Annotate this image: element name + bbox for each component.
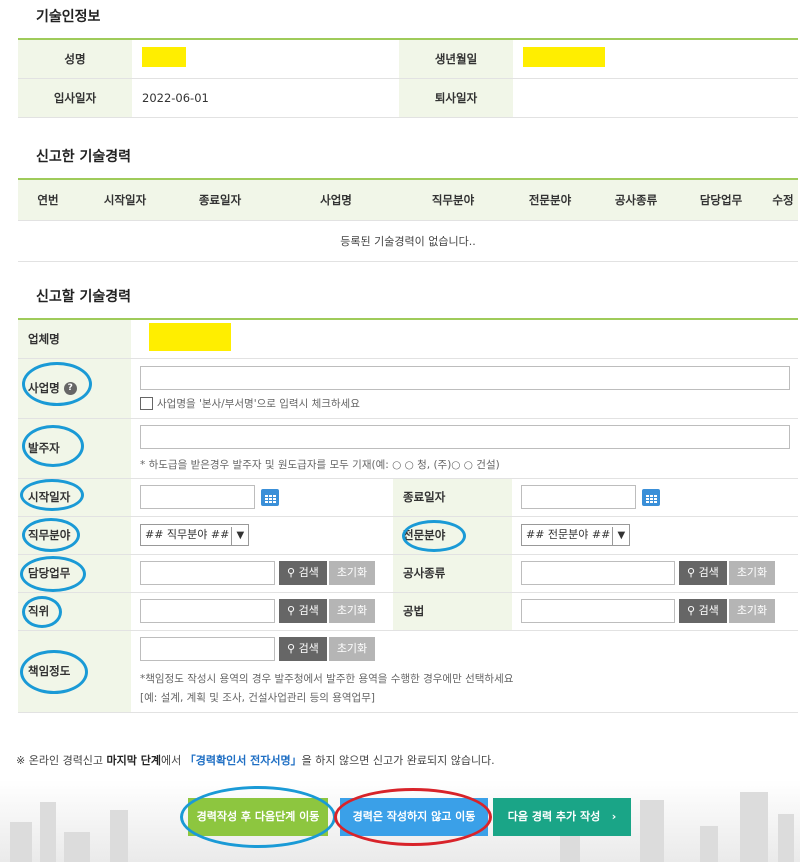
company-value [131,319,798,359]
next-step-button[interactable]: 경력작성 후 다음단계 이동 [188,798,328,836]
job-field-select-value: ## 직무분야 ## [145,528,230,541]
col-start: 시작일자 [78,179,172,221]
position-input[interactable] [140,599,275,623]
special-field-cell: ## 전문분야 ## ▼ [512,516,798,555]
section-title-tech-info: 기술인정보 [36,9,101,25]
position-search-button[interactable]: ⚲ 검색 [279,599,327,623]
redacted-birth [523,47,605,68]
birth-label: 생년월일 [399,39,513,79]
project-checkbox-label: 사업명을 '본사/부서명'으로 입력시 체크하세요 [157,397,360,410]
special-field-select[interactable]: ## 전문분야 ## ▼ [521,524,631,546]
add-next-career-button[interactable]: 다음 경력 추가 작성 › [493,798,631,836]
responsibility-input[interactable] [140,637,275,661]
end-date-label: 종료일자 [393,478,512,517]
move-without-career-button[interactable]: 경력은 작성하지 않고 이동 [340,798,488,836]
project-label-cell: 사업명? [18,358,131,419]
tech-info-table: 성명 생년월일 입사일자 2022-06-01 퇴사일자 [18,38,798,118]
job-field-label: 직무분야 [18,516,131,555]
notice-text: ※ 온라인 경력신고 마지막 단계에서 「경력확인서 전자서명」을 하지 않으면… [16,754,495,767]
responsibility-reset-button[interactable]: 초기화 [328,637,376,661]
col-duty: 담당업무 [674,179,768,221]
section-title-reported-career: 신고한 기술경력 [36,149,132,165]
calendar-icon[interactable] [261,488,279,506]
construction-reset-button[interactable]: 초기화 [728,561,776,585]
col-job-field: 직무분야 [404,179,502,221]
reported-career-table: 연번 시작일자 종료일자 사업명 직무분야 전문분야 공사종류 담당업무 수정 … [18,178,798,262]
search-icon: ⚲ [287,642,299,655]
col-end: 종료일자 [172,179,268,221]
project-field-cell: 사업명을 '본사/부서명'으로 입력시 체크하세요 [131,358,798,419]
chevron-down-icon: ▼ [612,527,629,545]
start-date-input[interactable] [140,485,255,509]
duty-cell: ⚲ 검색 초기화 [131,554,393,593]
new-career-form: 업체명 사업명? 사업명을 '본사/부서명'으로 입력시 체크하세요 발주자 *… [18,318,798,713]
search-icon: ⚲ [287,604,299,617]
responsibility-hint-2: [예: 설계, 계획 및 조사, 건설사업관리 등의 용역업무] [140,692,375,704]
job-field-cell: ## 직무분야 ## ▼ [131,516,393,555]
col-seq: 연번 [18,179,78,221]
chevron-right-icon: › [611,810,617,823]
responsibility-search-button[interactable]: ⚲ 검색 [279,637,327,661]
company-label: 업체명 [18,319,131,359]
client-field-cell: * 하도급을 받은경우 발주자 및 원도급자를 모두 기재(예: ○ ○ 청, … [131,418,798,479]
hire-date-label: 입사일자 [18,78,132,118]
method-cell: ⚲ 검색 초기화 [512,592,798,631]
duty-search-button[interactable]: ⚲ 검색 [279,561,327,585]
client-label: 발주자 [18,418,131,479]
section-title-new-career: 신고할 기술경력 [36,289,132,305]
calendar-icon[interactable] [642,488,660,506]
end-date-input[interactable] [521,485,636,509]
project-checkbox[interactable] [140,397,153,410]
client-input[interactable] [140,424,790,449]
duty-reset-button[interactable]: 초기화 [328,561,376,585]
special-field-label: 전문분야 [393,516,512,555]
resign-date-label: 퇴사일자 [399,78,513,118]
birth-value [513,39,798,79]
method-input[interactable] [521,599,675,623]
method-search-button[interactable]: ⚲ 검색 [679,599,727,623]
col-special-field: 전문분야 [502,179,598,221]
chevron-down-icon: ▼ [231,527,248,545]
job-field-select[interactable]: ## 직무분야 ## ▼ [140,524,250,546]
hire-date-value: 2022-06-01 [132,78,399,118]
search-icon: ⚲ [687,604,699,617]
start-date-cell [131,478,393,517]
responsibility-hint-1: *책임정도 작성시 용역의 경우 발주청에서 발주한 용역을 수행한 경우에만 … [140,673,514,685]
name-value [132,39,399,79]
empty-message: 등록된 기술경력이 없습니다.. [18,220,798,262]
construction-search-button[interactable]: ⚲ 검색 [679,561,727,585]
end-date-cell [512,478,798,517]
start-date-label: 시작일자 [18,478,131,517]
method-label: 공법 [393,592,512,631]
col-project: 사업명 [268,179,404,221]
name-label: 성명 [18,39,132,79]
construction-type-cell: ⚲ 검색 초기화 [512,554,798,593]
project-name-input[interactable] [140,365,790,390]
help-icon[interactable]: ? [63,382,77,395]
position-cell: ⚲ 검색 초기화 [131,592,393,631]
responsibility-cell: ⚲ 검색 초기화 *책임정도 작성시 용역의 경우 발주청에서 발주한 용역을 수… [131,630,798,713]
search-icon: ⚲ [287,566,299,579]
method-reset-button[interactable]: 초기화 [728,599,776,623]
client-hint: * 하도급을 받은경우 발주자 및 원도급자를 모두 기재(예: ○ ○ 청, … [140,458,500,471]
redacted-name [142,47,186,68]
construction-type-label: 공사종류 [393,554,512,593]
project-label: 사업명 [28,381,60,395]
resign-date-value [513,78,798,118]
redacted-company [149,323,231,352]
search-icon: ⚲ [687,566,699,579]
responsibility-label: 책임정도 [18,630,131,713]
col-construction-type: 공사종류 [598,179,674,221]
col-edit: 수정 [768,179,798,221]
position-label: 직위 [18,592,131,631]
construction-type-input[interactable] [521,561,675,585]
duty-input[interactable] [140,561,275,585]
position-reset-button[interactable]: 초기화 [328,599,376,623]
special-field-select-value: ## 전문분야 ## [526,528,611,541]
duty-label: 담당업무 [18,554,131,593]
